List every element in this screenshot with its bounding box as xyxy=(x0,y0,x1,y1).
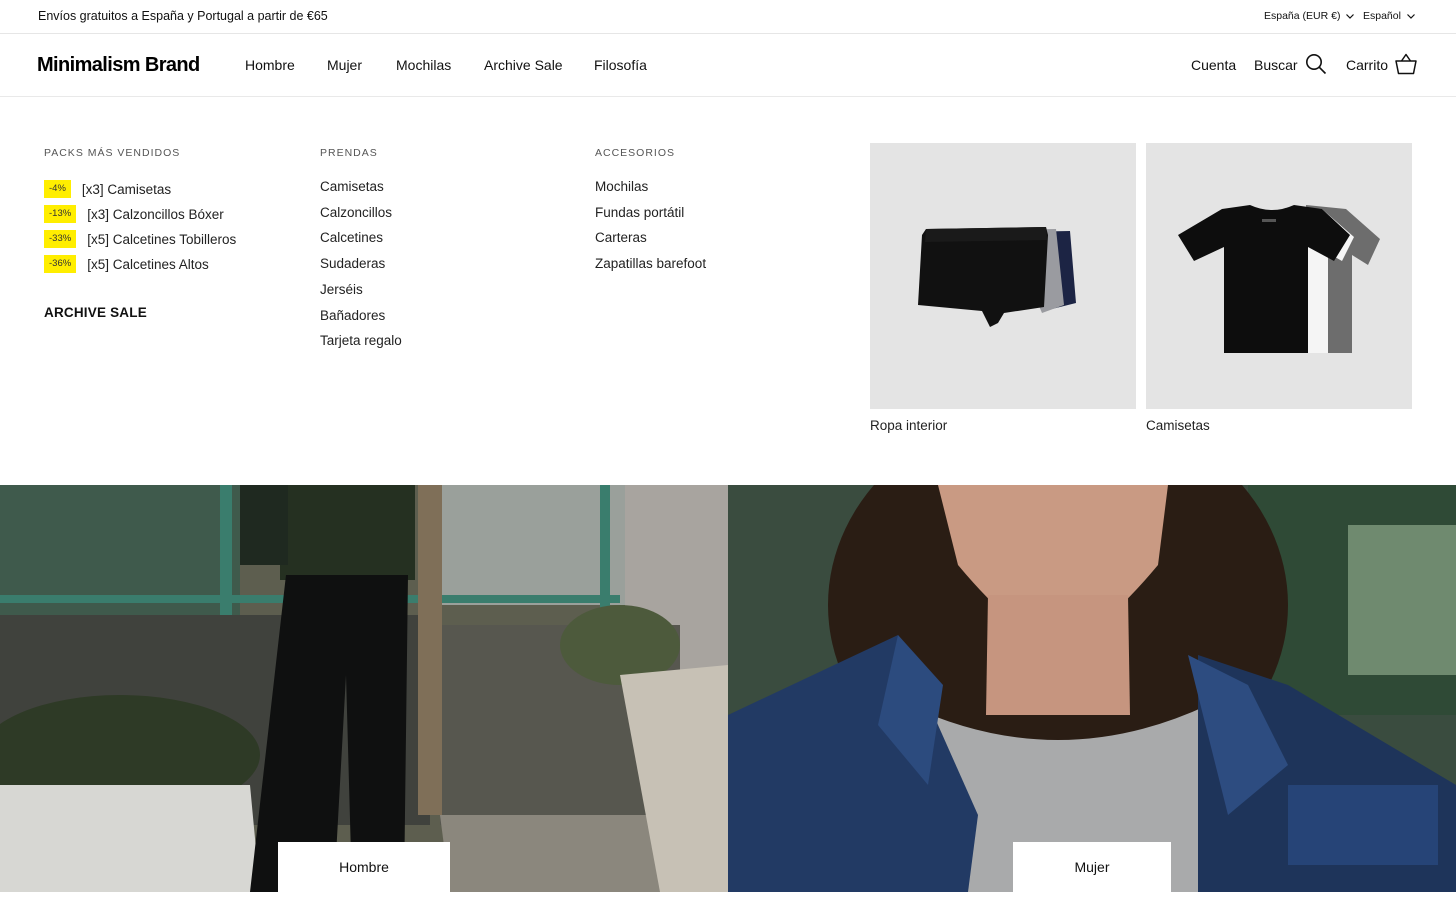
ropa-interior-card-label[interactable]: Ropa interior xyxy=(870,418,947,433)
site-header: Minimalism Brand Hombre Mujer Mochilas A… xyxy=(0,35,1456,97)
chevron-down-icon xyxy=(1346,14,1355,19)
nav-item-mujer[interactable]: Mujer xyxy=(327,57,362,73)
pack-item[interactable]: -36% [x5] Calcetines Altos xyxy=(44,254,209,274)
search-icon[interactable] xyxy=(1305,53,1327,75)
language-selector[interactable]: Español xyxy=(1363,10,1416,22)
account-link[interactable]: Cuenta xyxy=(1191,57,1236,73)
pack-label: [x5] Calcetines Altos xyxy=(87,256,209,272)
nav-item-archive-sale[interactable]: Archive Sale xyxy=(484,57,563,73)
discount-badge: -13% xyxy=(44,205,77,223)
chevron-down-icon xyxy=(1407,14,1415,19)
accesorios-link-mochilas[interactable]: Mochilas xyxy=(595,179,648,194)
accesorios-link-fundas[interactable]: Fundas portátil xyxy=(595,205,684,220)
woman-portrait-photo xyxy=(728,485,1456,892)
accesorios-link-carteras[interactable]: Carteras xyxy=(595,230,647,245)
accesorios-title: ACCESORIOS xyxy=(595,147,676,159)
camisetas-card-label[interactable]: Camisetas xyxy=(1146,418,1210,433)
prendas-link-camisetas[interactable]: Camisetas xyxy=(320,179,384,194)
discount-badge: -33% xyxy=(44,230,77,248)
prendas-link-jerseis[interactable]: Jerséis xyxy=(320,282,363,297)
cart-link[interactable]: Carrito xyxy=(1346,57,1388,73)
tshirts-image xyxy=(1178,205,1380,353)
boxer-briefs-image xyxy=(918,227,1076,327)
prendas-link-banadores[interactable]: Bañadores xyxy=(320,308,385,323)
camisetas-card-image[interactable] xyxy=(1146,143,1412,409)
cart-icon[interactable] xyxy=(1395,53,1417,75)
prendas-link-calcetines[interactable]: Calcetines xyxy=(320,230,383,245)
nav-item-mochilas[interactable]: Mochilas xyxy=(396,57,451,73)
pack-label: [x3] Calzoncillos Bóxer xyxy=(87,206,224,222)
announcement-message: Envíos gratuitos a España y Portugal a p… xyxy=(38,9,328,23)
discount-badge: -4% xyxy=(44,180,71,198)
pack-item[interactable]: -33% [x5] Calcetines Tobilleros xyxy=(44,229,236,249)
search-link[interactable]: Buscar xyxy=(1254,57,1298,73)
pack-label: [x5] Calcetines Tobilleros xyxy=(87,231,237,247)
hombre-hero-image[interactable] xyxy=(0,485,728,892)
prendas-title: PRENDAS xyxy=(320,147,378,159)
archive-sale-link[interactable]: ARCHIVE SALE xyxy=(44,305,147,320)
announcement-bar: Envíos gratuitos a España y Portugal a p… xyxy=(0,0,1456,34)
prendas-link-calzoncillos[interactable]: Calzoncillos xyxy=(320,205,392,220)
pack-label: [x3] Camisetas xyxy=(81,181,172,197)
country-selector-label: España (EUR €) xyxy=(1264,10,1341,22)
brand-logo[interactable]: Minimalism Brand xyxy=(37,54,200,77)
ropa-interior-card-image[interactable] xyxy=(870,143,1136,409)
packs-title: PACKS MÁS VENDIDOS xyxy=(44,147,181,159)
pack-item[interactable]: -13% [x3] Calzoncillos Bóxer xyxy=(44,204,224,224)
accesorios-link-zapatillas[interactable]: Zapatillas barefoot xyxy=(595,256,706,271)
nav-item-filosofia[interactable]: Filosofía xyxy=(594,57,647,73)
hombre-button[interactable]: Hombre xyxy=(278,842,450,892)
man-street-photo xyxy=(0,485,728,892)
mujer-hero-image[interactable] xyxy=(728,485,1456,892)
pack-item[interactable]: -4% [x3] Camisetas xyxy=(44,179,171,199)
discount-badge: -36% xyxy=(44,255,77,273)
nav-item-hombre[interactable]: Hombre xyxy=(245,57,295,73)
prendas-link-sudaderas[interactable]: Sudaderas xyxy=(320,256,385,271)
mujer-button[interactable]: Mujer xyxy=(1013,842,1171,892)
language-selector-label: Español xyxy=(1363,10,1401,22)
country-selector[interactable]: España (EUR €) xyxy=(1264,10,1355,22)
prendas-link-tarjeta-regalo[interactable]: Tarjeta regalo xyxy=(320,333,402,348)
